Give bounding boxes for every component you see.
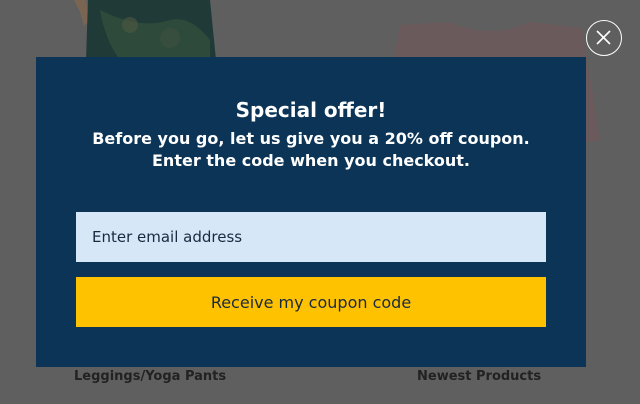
product-image-leggings	[60, 0, 260, 60]
close-button[interactable]	[586, 20, 622, 56]
receive-coupon-button[interactable]: Receive my coupon code	[76, 277, 546, 327]
coupon-modal: Special offer! Before you go, let us giv…	[36, 57, 586, 367]
page: Leggings/Yoga Pants Newest Products Spec…	[0, 0, 640, 404]
modal-message-line1: Before you go, let us give you a 20% off…	[92, 129, 530, 148]
modal-title: Special offer!	[235, 98, 387, 122]
modal-message-line2: Enter the code when you checkout.	[152, 151, 470, 170]
product-label-newest[interactable]: Newest Products	[417, 368, 541, 386]
email-input[interactable]	[76, 212, 546, 262]
close-icon	[596, 30, 611, 45]
modal-message: Before you go, let us give you a 20% off…	[36, 128, 586, 172]
product-label-leggings[interactable]: Leggings/Yoga Pants	[74, 368, 226, 386]
